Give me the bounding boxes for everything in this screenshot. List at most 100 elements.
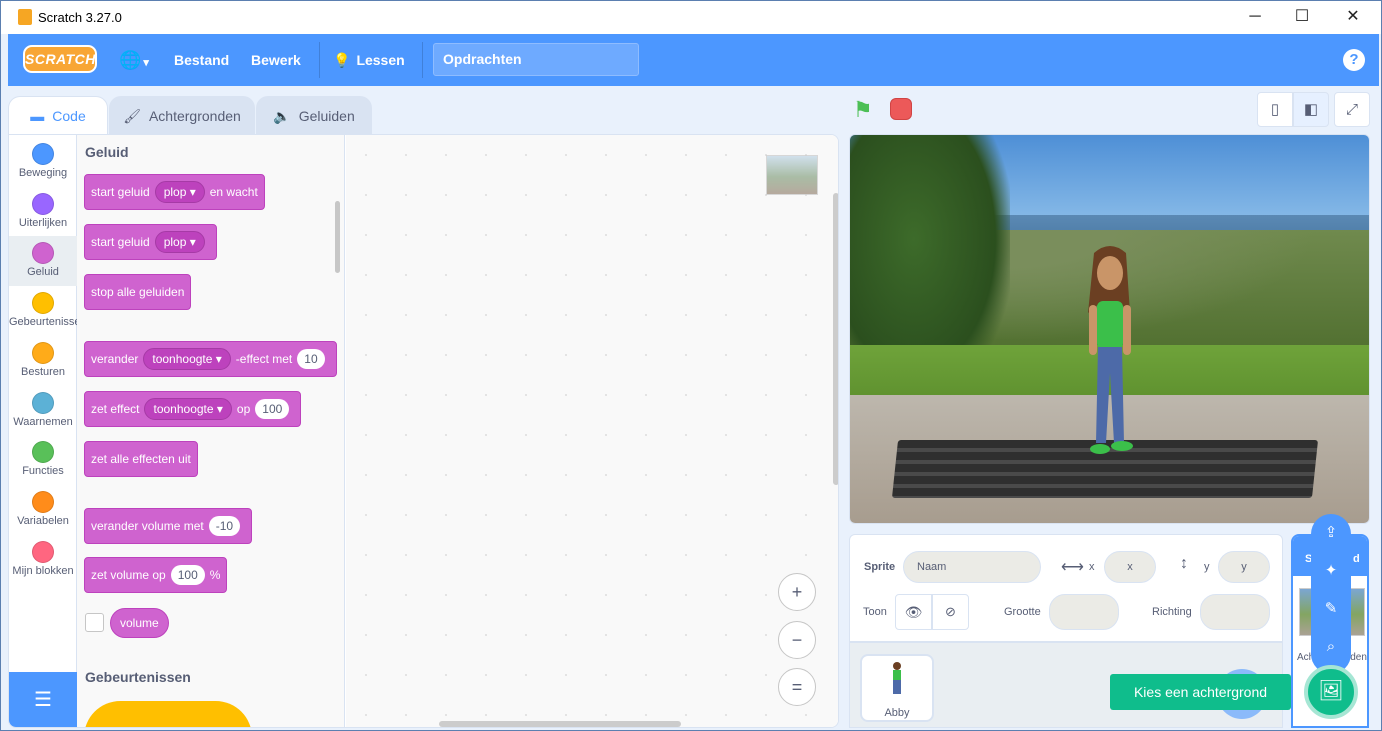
show-label: Toon — [863, 606, 887, 618]
block-text: stop alle geluiden — [91, 285, 185, 299]
show-sprite-button[interactable]: 👁 — [895, 594, 932, 630]
category-dot — [32, 143, 54, 165]
lightbulb-icon: 💡 — [333, 52, 351, 68]
category-sound[interactable]: Geluid — [9, 236, 77, 286]
zoom-in-button[interactable]: + — [778, 573, 816, 611]
small-stage-button[interactable]: ▯ — [1257, 92, 1293, 127]
paint-icon[interactable]: ✎ — [1311, 590, 1351, 628]
x-input[interactable]: x — [1104, 551, 1156, 583]
category-label: Beweging — [18, 167, 68, 179]
workspace-vertical-scrollbar[interactable] — [833, 193, 838, 485]
surprise-icon[interactable]: ✦ — [1311, 552, 1351, 590]
size-label: Grootte — [1004, 606, 1041, 618]
tutorials-menu[interactable]: 💡 Lessen — [333, 34, 405, 86]
chevron-down-icon: ▾ — [143, 57, 149, 69]
minimize-button[interactable]: ─ — [1237, 5, 1273, 29]
block-clear-effects[interactable]: zet alle effecten uit — [84, 441, 198, 477]
zoom-reset-button[interactable]: = — [778, 668, 816, 706]
number-input[interactable]: 10 — [297, 349, 325, 369]
category-sensing[interactable]: Waarnemen — [9, 386, 77, 436]
block-set-volume[interactable]: zet volume op 100 % — [84, 557, 228, 593]
number-input[interactable]: 100 — [255, 399, 290, 419]
palette-scrollbar[interactable] — [335, 201, 340, 273]
category-looks[interactable]: Uiterlijken — [9, 187, 77, 237]
sound-dropdown[interactable]: plop ▾ — [154, 231, 205, 253]
help-icon[interactable]: ? — [1343, 49, 1365, 71]
category-control[interactable]: Besturen — [9, 336, 77, 386]
block-text: verander volume met — [91, 519, 204, 533]
direction-input[interactable] — [1200, 594, 1270, 630]
category-dot — [32, 541, 54, 563]
category-motion[interactable]: Beweging — [9, 137, 77, 187]
volume-monitor-checkbox[interactable] — [85, 613, 104, 632]
speaker-icon: 🔈 — [273, 108, 291, 124]
stop-icon[interactable] — [890, 98, 912, 120]
size-input[interactable] — [1049, 594, 1119, 630]
sprite-abby[interactable] — [1080, 243, 1140, 458]
zoom-out-button[interactable]: − — [778, 621, 816, 659]
block-text: en wacht — [209, 185, 258, 199]
choose-backdrop-button[interactable]: 🖼 — [1304, 665, 1358, 719]
block-when-flag-clicked[interactable] — [84, 701, 252, 727]
sprite-name-input[interactable]: Naam — [903, 551, 1041, 583]
block-volume-reporter[interactable]: volume — [110, 608, 169, 638]
image-icon: 🖼 — [1318, 680, 1344, 702]
tab-code-label: Code — [52, 108, 86, 124]
block-stop-all-sounds[interactable]: stop alle geluiden — [84, 274, 192, 310]
category-operators[interactable]: Functies — [9, 435, 77, 485]
category-my-blocks[interactable]: Mijn blokken — [9, 535, 77, 585]
palette-heading-events: Gebeurtenissen — [85, 669, 191, 685]
block-text: % — [209, 568, 221, 582]
extension-icon: ☰ — [34, 689, 52, 711]
workspace-horizontal-scrollbar[interactable] — [439, 721, 681, 727]
sprite-thumbnail — [893, 662, 901, 694]
tab-backdrops[interactable]: 🖌 Achtergronden — [109, 96, 255, 134]
effect-dropdown[interactable]: toonhoogte ▾ — [144, 398, 232, 420]
file-menu[interactable]: Bestand — [174, 34, 229, 86]
block-text: -effect met — [235, 352, 293, 366]
block-text: start geluid — [91, 235, 150, 249]
palette-heading-sound: Geluid — [85, 144, 129, 160]
tab-sounds[interactable]: 🔈 Geluiden — [256, 96, 372, 134]
script-workspace[interactable]: + − = — [346, 135, 838, 727]
y-input[interactable]: y — [1218, 551, 1270, 583]
number-input[interactable]: -10 — [208, 516, 241, 536]
upload-icon[interactable]: ⇪ — [1311, 514, 1351, 552]
block-change-effect[interactable]: verander toonhoogte ▾ -effect met 10 — [84, 341, 337, 377]
app-icon — [18, 9, 32, 25]
number-input[interactable]: 100 — [170, 565, 205, 585]
normal-stage-button[interactable]: ◧ — [1293, 92, 1329, 127]
category-label: Gebeurtenissen — [9, 316, 87, 328]
block-start-sound[interactable]: start geluid plop ▾ — [84, 224, 217, 260]
tab-code[interactable]: ▬ Code — [8, 96, 108, 134]
block-set-effect[interactable]: zet effect toonhoogte ▾ op 100 — [84, 391, 302, 427]
category-dot — [32, 441, 54, 463]
maximize-button[interactable]: ☐ — [1284, 5, 1320, 29]
block-text: op — [236, 402, 251, 416]
close-button[interactable]: ✕ — [1335, 5, 1371, 29]
sprite-info-panel: Sprite Naam ⟷ x x ↕ y y Toon 👁 ⊘ Grootte… — [849, 534, 1283, 642]
stage[interactable] — [849, 134, 1370, 524]
hide-sprite-button[interactable]: ⊘ — [932, 594, 969, 630]
block-text: start geluid — [91, 185, 150, 199]
sound-dropdown[interactable]: plop ▾ — [154, 181, 205, 203]
block-change-volume[interactable]: verander volume met -10 — [84, 508, 253, 544]
sprite-thumbnail-image — [766, 155, 818, 195]
add-extension-button[interactable]: ☰ — [9, 672, 77, 727]
block-palette: Geluid start geluid plop ▾ en wacht star… — [77, 135, 345, 727]
sprite-tile[interactable]: Abby — [860, 654, 934, 722]
block-play-sound-until-done[interactable]: start geluid plop ▾ en wacht — [84, 174, 265, 210]
effect-dropdown[interactable]: toonhoogte ▾ — [143, 348, 231, 370]
fullscreen-button[interactable]: ⤢ — [1334, 92, 1370, 127]
category-variables[interactable]: Variabelen — [9, 485, 77, 535]
category-events[interactable]: Gebeurtenissen — [9, 286, 87, 336]
edit-menu[interactable]: Bewerk — [251, 34, 301, 86]
language-menu[interactable]: 🌐 ▾ — [119, 34, 149, 86]
scratch-logo[interactable]: SCRATCH — [23, 45, 97, 73]
search-icon[interactable]: ⌕ — [1311, 628, 1351, 666]
category-dot — [32, 292, 54, 314]
project-title-input[interactable]: Opdrachten — [433, 43, 639, 76]
block-text: zet effect — [91, 402, 140, 416]
green-flag-icon[interactable]: ⚑ — [853, 97, 873, 123]
y-label: y — [1204, 561, 1210, 573]
